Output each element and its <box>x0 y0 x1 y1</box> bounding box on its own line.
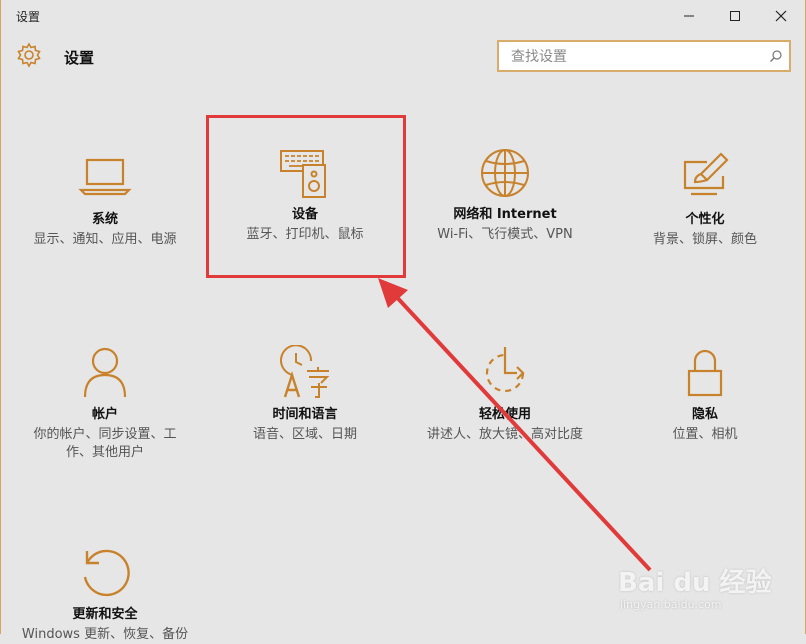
tile-desc: 背景、锁屏、颜色 <box>652 232 757 247</box>
tile-name: 帐户 <box>91 407 118 422</box>
watermark-logo: Bai du 经验 jingyan.baidu.com <box>618 548 798 618</box>
tile-accounts[interactable]: 帐户 你的帐户、同步设置、工作、其他用户 <box>15 345 195 462</box>
search-box[interactable] <box>497 40 791 72</box>
laptop-icon <box>78 158 132 196</box>
page-title: 设置 <box>64 49 95 67</box>
gear-icon <box>17 42 41 68</box>
maximize-button[interactable] <box>712 0 758 32</box>
tile-ease-of-access[interactable]: 轻松使用 讲述人、放大镜、高对比度 <box>415 345 595 444</box>
search-input[interactable] <box>509 46 763 68</box>
tile-desc: 你的帐户、同步设置、工作、其他用户 <box>33 427 177 460</box>
tile-network[interactable]: 网络和 Internet Wi-Fi、飞行模式、VPN <box>415 145 595 244</box>
tile-desc: 语音、区域、日期 <box>252 427 357 442</box>
close-button[interactable] <box>758 0 804 32</box>
tile-update-security[interactable]: 更新和安全 Windows 更新、恢复、备份 <box>15 545 195 644</box>
annotation-arrow <box>378 278 652 572</box>
minimize-icon <box>684 15 694 17</box>
window-title: 设置 <box>16 10 41 24</box>
window-border <box>0 0 806 634</box>
devices-icon <box>280 150 326 198</box>
tile-desc: 显示、通知、应用、电源 <box>33 232 177 247</box>
tile-name: 网络和 Internet <box>453 207 557 222</box>
ease-of-access-icon <box>485 347 525 393</box>
tile-system[interactable]: 系统 显示、通知、应用、电源 <box>15 150 195 249</box>
tile-desc: 蓝牙、打印机、鼠标 <box>246 227 364 242</box>
tile-desc: 位置、相机 <box>672 427 738 442</box>
watermark-brand: Bai du 经验 <box>618 568 772 598</box>
watermark-site: jingyan.baidu.com <box>620 598 722 611</box>
time-language-icon <box>280 345 330 398</box>
title-bar[interactable]: 设置 <box>0 0 806 32</box>
tile-name: 设备 <box>291 207 318 222</box>
tile-desc: Windows 更新、恢复、备份 <box>21 627 189 642</box>
lock-icon <box>687 349 723 397</box>
tile-name: 更新和安全 <box>72 607 138 622</box>
tile-name: 轻松使用 <box>478 407 531 422</box>
minimize-button[interactable] <box>666 0 712 32</box>
maximize-icon <box>730 11 740 21</box>
tile-desc: Wi-Fi、飞行模式、VPN <box>437 227 573 242</box>
personalization-icon <box>683 152 729 196</box>
tile-privacy[interactable]: 隐私 位置、相机 <box>615 345 795 444</box>
tile-time-language[interactable]: 时间和语言 语音、区域、日期 <box>215 345 395 444</box>
tile-desc: 讲述人、放大镜、高对比度 <box>426 427 583 442</box>
close-icon <box>775 10 787 22</box>
tile-name: 个性化 <box>685 212 725 227</box>
update-icon <box>83 549 130 597</box>
tile-name: 时间和语言 <box>272 407 338 422</box>
tile-devices[interactable]: 设备 蓝牙、打印机、鼠标 <box>215 145 395 244</box>
tile-name: 系统 <box>91 212 118 227</box>
tile-name: 隐私 <box>691 407 718 422</box>
globe-icon <box>481 149 529 197</box>
tile-personalization[interactable]: 个性化 背景、锁屏、颜色 <box>615 150 795 249</box>
search-icon[interactable] <box>769 49 783 63</box>
person-icon <box>83 347 127 398</box>
